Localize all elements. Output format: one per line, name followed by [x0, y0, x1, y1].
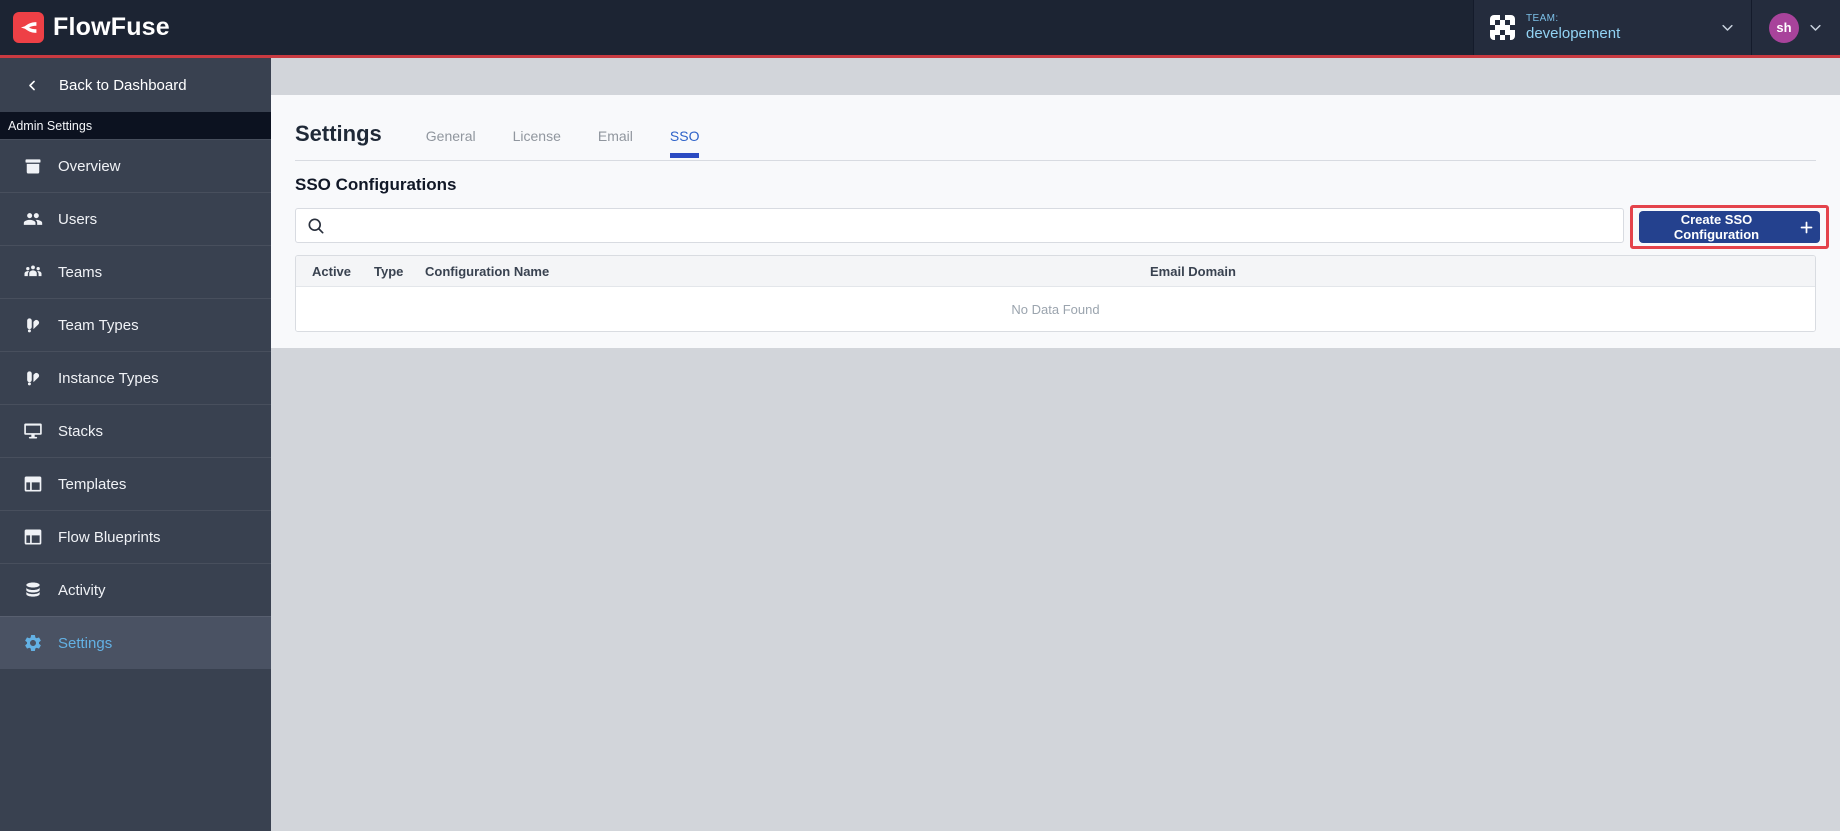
chevron-down-icon: [1720, 20, 1735, 35]
sidebar-item-label: Settings: [58, 634, 113, 652]
flowfuse-logo-icon: [13, 12, 44, 43]
sidebar-item-label: Templates: [58, 475, 127, 493]
tab-license[interactable]: License: [513, 128, 561, 144]
topbar: FlowFuse TEAM: developement sh: [0, 0, 1840, 58]
activity-icon: [23, 580, 43, 600]
team-label: TEAM:: [1526, 13, 1559, 25]
team-selector[interactable]: TEAM: developement: [1473, 0, 1751, 55]
annotation-highlight-box: Create SSO Configuration: [1630, 205, 1829, 249]
flow-blueprints-icon: [23, 527, 43, 547]
section-title: SSO Configurations: [295, 175, 457, 194]
create-sso-configuration-button[interactable]: Create SSO Configuration: [1639, 211, 1820, 243]
sidebar: Back to Dashboard Admin Settings Overvie…: [0, 58, 271, 831]
team-avatar-icon: [1490, 15, 1515, 40]
back-label: Back to Dashboard: [59, 76, 187, 94]
instance-types-icon: [23, 368, 43, 388]
sidebar-item-stacks[interactable]: Stacks: [0, 404, 271, 457]
settings-tabs: General License Email SSO: [426, 128, 699, 158]
tab-general[interactable]: General: [426, 128, 476, 144]
tab-email[interactable]: Email: [598, 128, 633, 144]
templates-icon: [23, 474, 43, 494]
search-icon: [306, 216, 326, 236]
page-title: Settings: [295, 121, 382, 146]
sidebar-item-label: Users: [58, 210, 98, 228]
admin-settings-header: Admin Settings: [0, 112, 271, 139]
toolbar: Create SSO Configuration: [295, 205, 1829, 249]
plus-icon: [1799, 220, 1814, 235]
main-area: Settings General License Email SSO SSO C…: [271, 58, 1840, 831]
sidebar-item-instance-types[interactable]: Instance Types: [0, 351, 271, 404]
sidebar-item-label: Activity: [58, 581, 106, 599]
stacks-icon: [23, 421, 43, 441]
teams-icon: [23, 262, 43, 282]
search-input[interactable]: [334, 216, 1613, 235]
sidebar-item-label: Team Types: [58, 316, 139, 334]
chevron-left-icon: [25, 78, 40, 93]
column-header-type: Type: [374, 263, 404, 279]
sidebar-item-label: Stacks: [58, 422, 104, 440]
sidebar-item-teams[interactable]: Teams: [0, 245, 271, 298]
sidebar-item-team-types[interactable]: Team Types: [0, 298, 271, 351]
search-box: [295, 208, 1624, 243]
sidebar-item-label: Flow Blueprints: [58, 528, 161, 546]
sidebar-item-overview[interactable]: Overview: [0, 139, 271, 192]
content-panel: Settings General License Email SSO SSO C…: [271, 95, 1840, 348]
chevron-down-icon: [1808, 20, 1823, 35]
sidebar-item-label: Teams: [58, 263, 103, 281]
sidebar-item-users[interactable]: Users: [0, 192, 271, 245]
brand-name: FlowFuse: [53, 13, 170, 41]
user-menu[interactable]: sh: [1751, 0, 1840, 55]
sidebar-item-settings[interactable]: Settings: [0, 616, 271, 669]
create-button-label: Create SSO Configuration: [1673, 212, 1760, 242]
sidebar-item-label: Instance Types: [58, 369, 159, 387]
team-types-icon: [23, 315, 43, 335]
user-avatar: sh: [1769, 12, 1799, 43]
settings-icon: [23, 633, 43, 653]
overview-icon: [23, 156, 43, 176]
sidebar-item-templates[interactable]: Templates: [0, 457, 271, 510]
topbar-right: TEAM: developement sh: [1473, 0, 1840, 55]
team-name: developement: [1526, 24, 1621, 42]
back-to-dashboard[interactable]: Back to Dashboard: [0, 58, 271, 112]
team-text: TEAM: developement: [1526, 13, 1620, 42]
table-empty-state: No Data Found: [296, 287, 1815, 331]
page-header: Settings General License Email SSO: [295, 95, 1816, 161]
brand-logo[interactable]: FlowFuse: [0, 0, 170, 55]
table-header-row: Active Type Configuration Name Email Dom…: [296, 256, 1815, 287]
sidebar-item-label: Overview: [58, 157, 121, 175]
sidebar-item-flow-blueprints[interactable]: Flow Blueprints: [0, 510, 271, 563]
sso-configurations-table: Active Type Configuration Name Email Dom…: [295, 255, 1816, 332]
app-screen: FlowFuse TEAM: developement sh Back to D…: [0, 0, 1840, 831]
users-icon: [23, 209, 43, 229]
tab-sso[interactable]: SSO: [669, 128, 699, 158]
column-header-active: Active: [312, 263, 352, 279]
column-header-configuration-name: Configuration Name: [425, 263, 550, 279]
sidebar-item-activity[interactable]: Activity: [0, 563, 271, 616]
column-header-email-domain: Email Domain: [1150, 263, 1236, 279]
